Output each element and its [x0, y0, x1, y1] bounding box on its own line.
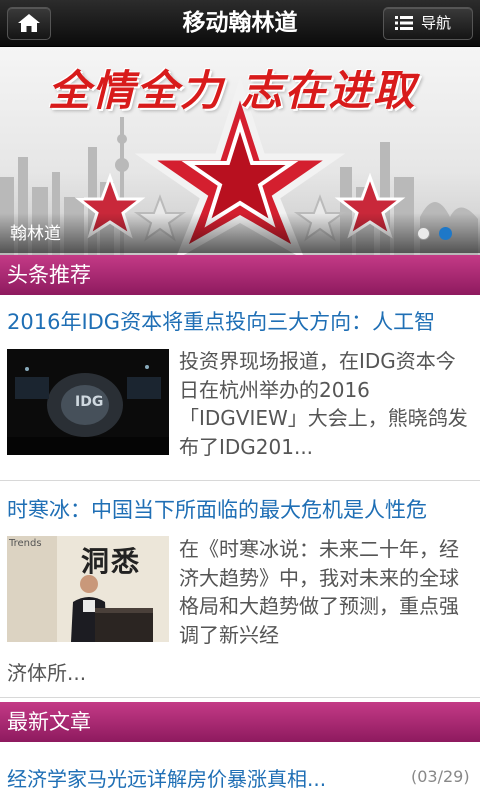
section-title: 头条推荐: [7, 263, 91, 287]
banner-caption-overlay: [0, 213, 480, 253]
thumbnail-caption: IDG: [75, 394, 104, 410]
section-title: 最新文章: [7, 710, 91, 734]
article-summary: 在《时寒冰说：未来二十年，经济大趋势》中，我对未来的全球格局和大趋势做了预测，重…: [179, 537, 459, 647]
section-header-latest: 最新文章: [0, 702, 480, 742]
section-header-headlines: 头条推荐: [0, 255, 480, 295]
navigation-button[interactable]: 导航: [383, 7, 473, 40]
carousel-dot-1[interactable]: [417, 227, 430, 240]
article-thumbnail[interactable]: IDG: [7, 349, 169, 455]
thumbnail-headline: 洞悉: [81, 545, 142, 578]
home-button[interactable]: [7, 7, 51, 40]
article-title[interactable]: 2016年IDG资本将重点投向三大方向：人工智: [7, 306, 480, 336]
home-icon: [18, 14, 40, 32]
article-title[interactable]: 时寒冰：中国当下所面临的最大危机是人性危: [7, 494, 480, 524]
navigation-label: 导航: [421, 14, 452, 32]
thumbnail-subtext: Trends: [9, 538, 42, 549]
carousel-dot-2-active[interactable]: [439, 227, 452, 240]
banner-caption: 翰林道: [10, 224, 61, 244]
top-bar: 移动翰林道 导航: [0, 0, 480, 47]
article-thumbnail[interactable]: 洞悉 Trends: [7, 536, 169, 642]
divider: [0, 480, 480, 481]
article-summary-continued: 济体所...: [7, 661, 87, 685]
list-icon: [395, 16, 413, 30]
latest-article-title[interactable]: 经济学家马光远详解房价暴涨真相...: [7, 763, 326, 792]
divider: [0, 697, 480, 698]
banner-headline: 全情全力 志在进取: [48, 66, 417, 115]
article-summary: 投资界现场报道，在IDG资本今日在杭州举办的2016「IDGVIEW」大会上，熊…: [179, 349, 468, 459]
latest-article-date: (03/29): [411, 767, 470, 786]
